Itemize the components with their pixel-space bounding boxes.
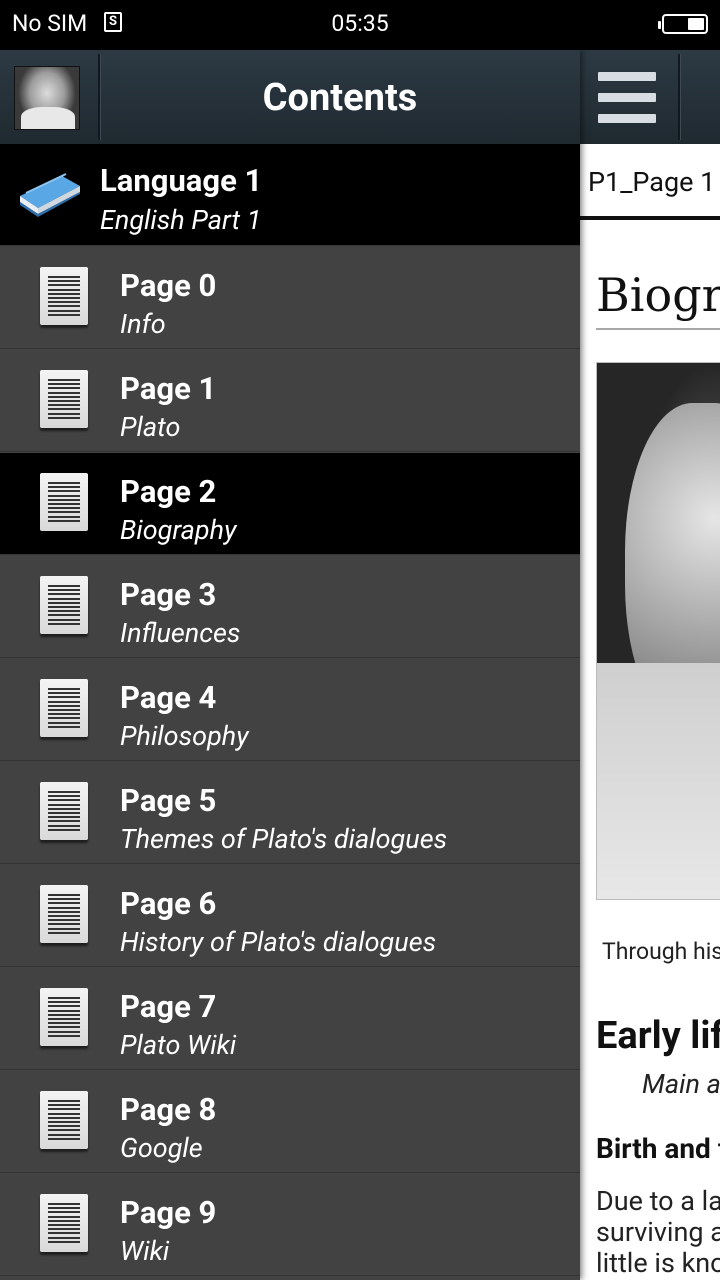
document-icon xyxy=(40,1091,88,1149)
document-icon xyxy=(40,782,88,840)
drawer-title: Contents xyxy=(262,76,418,120)
drawer-item-page-9[interactable]: Page 9 Wiki xyxy=(0,1174,580,1276)
paragraph-line: Due to a lack xyxy=(596,1185,720,1217)
subsection-heading: Birth and family xyxy=(596,1132,720,1165)
battery-icon xyxy=(658,14,708,34)
drawer-item-title: Page 5 xyxy=(120,782,217,819)
tab-current-page[interactable]: P1_Page 1 xyxy=(588,166,715,198)
navigation-drawer: Contents Language 1 English Part 1 Page … xyxy=(0,50,580,1280)
paragraph-line: surviving acco xyxy=(596,1216,720,1248)
toolbar-divider xyxy=(678,54,681,140)
drawer-item-title: Page 3 xyxy=(120,576,217,613)
drawer-item-title: Page 4 xyxy=(120,679,217,716)
document-icon xyxy=(40,576,88,634)
page-tab-strip[interactable]: P1_Page 1 xyxy=(580,144,720,220)
clock: 05:35 xyxy=(331,10,389,37)
drawer-item-title: Page 2 xyxy=(120,473,217,510)
drawer-item-page-1[interactable]: Page 1 Plato xyxy=(0,350,580,452)
drawer-item-subtitle: Plato Wiki xyxy=(120,1029,237,1061)
drawer-item-title: Page 1 xyxy=(120,370,217,407)
document-icon xyxy=(40,1194,88,1252)
drawer-item-page-5[interactable]: Page 5 Themes of Plato's dialogues xyxy=(0,762,580,864)
drawer-item-subtitle: Wiki xyxy=(120,1235,170,1267)
language-group-header[interactable]: Language 1 English Part 1 xyxy=(0,144,580,246)
hamburger-menu-icon[interactable] xyxy=(598,72,656,124)
document-icon xyxy=(40,988,88,1046)
drawer-item-subtitle: Themes of Plato's dialogues xyxy=(120,823,448,855)
drawer-item-page-4[interactable]: Page 4 Philosophy xyxy=(0,659,580,761)
drawer-item-page-0[interactable]: Page 0 Info xyxy=(0,247,580,349)
drawer-item-title: Page 8 xyxy=(120,1091,217,1128)
drawer-item-title: Page 7 xyxy=(120,988,217,1025)
document-icon xyxy=(40,885,88,943)
app-logo-icon[interactable] xyxy=(14,66,80,130)
plato-bust-image xyxy=(596,362,720,900)
drawer-item-subtitle: Info xyxy=(120,308,166,340)
drawer-item-subtitle: Influences xyxy=(120,617,241,649)
document-icon xyxy=(40,370,88,428)
drawer-item-page-8[interactable]: Page 8 Google xyxy=(0,1071,580,1173)
group-title: Language 1 xyxy=(100,162,263,199)
drawer-item-page-2[interactable]: Page 2 Biography xyxy=(0,453,580,555)
status-bar: No SIM S 05:35 xyxy=(0,0,720,50)
drawer-item-page-7[interactable]: Page 7 Plato Wiki xyxy=(0,968,580,1070)
group-subtitle: English Part 1 xyxy=(100,204,262,236)
content-pane: P1_Page 1 Biography Through his Early li… xyxy=(580,50,720,1280)
drawer-item-title: Page 0 xyxy=(120,267,217,304)
document-icon xyxy=(40,473,88,531)
book-icon xyxy=(20,173,80,217)
section-heading: Early life xyxy=(596,1014,720,1058)
paragraph-line: little is known xyxy=(596,1247,720,1279)
heading-divider xyxy=(596,328,720,330)
drawer-item-title: Page 6 xyxy=(120,885,217,922)
drawer-item-subtitle: Google xyxy=(120,1132,203,1164)
document-icon xyxy=(40,679,88,737)
drawer-item-page-6[interactable]: Page 6 History of Plato's dialogues xyxy=(0,865,580,967)
drawer-item-title: Page 9 xyxy=(120,1194,217,1231)
drawer-header: Contents xyxy=(0,50,580,144)
content-toolbar xyxy=(580,50,720,144)
drawer-item-subtitle: Plato xyxy=(120,411,181,443)
drawer-item-subtitle: Biography xyxy=(120,514,237,546)
article-heading: Biography xyxy=(596,268,720,322)
drawer-item-subtitle: History of Plato's dialogues xyxy=(120,926,437,958)
main-article-link[interactable]: Main article xyxy=(642,1068,720,1100)
image-caption: Through his xyxy=(602,938,720,965)
drawer-item-subtitle: Philosophy xyxy=(120,720,249,752)
document-icon xyxy=(40,267,88,325)
article-paragraph: Due to a lack surviving acco little is k… xyxy=(596,1186,720,1279)
drawer-item-page-3[interactable]: Page 3 Influences xyxy=(0,556,580,658)
